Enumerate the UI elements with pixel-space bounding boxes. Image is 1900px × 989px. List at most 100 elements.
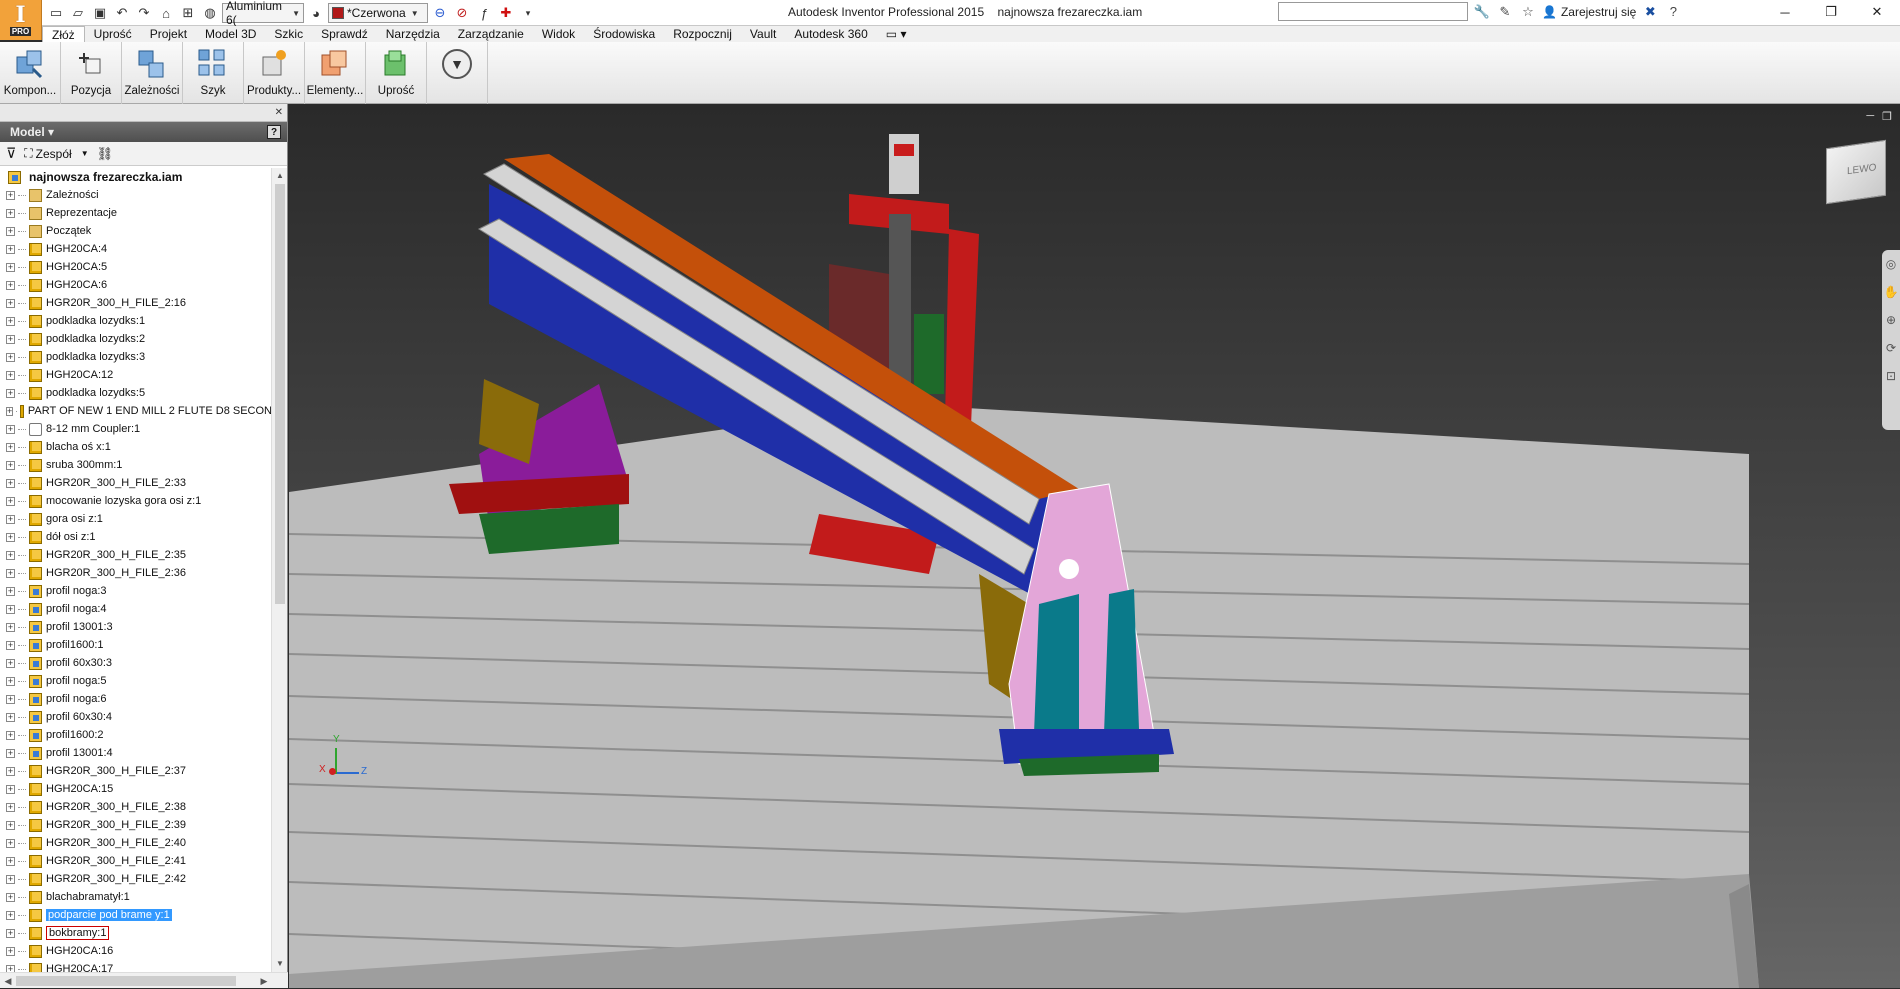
expand-plus-icon[interactable]: + — [6, 532, 15, 542]
tree-item[interactable]: + profil 60x30:3 — [0, 654, 272, 672]
expand-plus-icon[interactable]: + — [6, 604, 15, 614]
expand-plus-icon[interactable]: + — [6, 298, 15, 308]
expand-plus-icon[interactable]: + — [6, 550, 15, 560]
tree-item[interactable]: + dół osi z:1 — [0, 528, 272, 546]
adjust-icon[interactable]: ⊘ — [452, 3, 472, 23]
ribbon-display-toggle-icon[interactable]: ▭ ▾ — [877, 26, 916, 42]
expand-plus-icon[interactable]: + — [6, 856, 15, 866]
zoom-icon[interactable]: ⊕ — [1882, 306, 1900, 334]
expand-plus-icon[interactable]: + — [6, 316, 15, 326]
scroll-left-icon[interactable]: ◀ — [0, 973, 16, 989]
tree-root[interactable]: najnowsza frezareczka.iam — [0, 168, 272, 186]
assembly-view-dropdown[interactable]: ⛶ Zespół ▼ — [24, 146, 88, 161]
material-dropdown[interactable]: Aluminium 6( ▼ — [222, 0, 304, 27]
tree-item[interactable]: + HGH20CA:17 — [0, 960, 272, 972]
expand-plus-icon[interactable]: + — [6, 676, 15, 686]
expand-plus-icon[interactable]: + — [6, 802, 15, 812]
expand-plus-icon[interactable]: + — [6, 640, 15, 650]
expand-plus-icon[interactable]: + — [6, 658, 15, 668]
wrench-search-icon[interactable]: 🔧 — [1473, 4, 1491, 20]
tree-item[interactable]: + podkladka lozydks:5 — [0, 384, 272, 402]
find-binoculars-icon[interactable]: ⛓ — [97, 146, 114, 162]
ribbon-expand-button[interactable]: ▼ — [427, 42, 488, 104]
expand-plus-icon[interactable]: + — [6, 928, 15, 938]
ribbon-button-2[interactable]: Zależności — [122, 42, 183, 104]
fx-parameters-icon[interactable]: ƒ — [474, 3, 494, 23]
tree-item[interactable]: + HGH20CA:16 — [0, 942, 272, 960]
tree-item[interactable]: + profil noga:6 — [0, 690, 272, 708]
expand-plus-icon[interactable]: + — [6, 280, 15, 290]
tab-6[interactable]: Narzędzia — [377, 26, 449, 42]
tree-item[interactable]: + HGR20R_300_H_FILE_2:16 — [0, 294, 272, 312]
tree-item[interactable]: + HGR20R_300_H_FILE_2:40 — [0, 834, 272, 852]
ribbon-button-1[interactable]: Pozycja — [61, 42, 122, 104]
expand-plus-icon[interactable]: + — [6, 478, 15, 488]
scroll-thumb[interactable] — [16, 976, 236, 986]
expand-plus-icon[interactable]: + — [6, 442, 15, 452]
browser-horizontal-scrollbar[interactable]: ◀ ▶ — [0, 972, 288, 988]
tree-item[interactable]: + HGR20R_300_H_FILE_2:37 — [0, 762, 272, 780]
tab-2[interactable]: Projekt — [141, 26, 196, 42]
ribbon-button-3[interactable]: Szyk — [183, 42, 244, 104]
filter-icon[interactable]: ⊽ — [6, 145, 16, 162]
look-at-icon[interactable]: ⊡ — [1882, 362, 1900, 390]
cnc-model-render[interactable] — [289, 104, 1900, 988]
tree-item[interactable]: +8-12 mm Coupler:1 — [0, 420, 272, 438]
clear-appearance-icon[interactable]: ⊖ — [430, 3, 450, 23]
appearance-dropdown[interactable]: *Czerwona ▼ — [328, 3, 428, 23]
tree-item[interactable]: + PART OF NEW 1 END MILL 2 FLUTE D8 SECON — [0, 402, 272, 420]
redo-icon[interactable]: ↷ — [134, 3, 154, 23]
undo-icon[interactable]: ↶ — [112, 3, 132, 23]
tree-item[interactable]: + profil 13001:4 — [0, 744, 272, 762]
scroll-down-icon[interactable]: ▼ — [272, 956, 288, 972]
ribbon-button-4[interactable]: Produkty... — [244, 42, 305, 104]
help-icon[interactable]: ? — [1664, 4, 1682, 19]
tree-item[interactable]: + profil 60x30:4 — [0, 708, 272, 726]
browser-title-dropdown[interactable]: Model ▾ — [10, 125, 54, 139]
minimize-icon[interactable]: ─ — [1762, 0, 1808, 24]
tree-item[interactable]: + HGR20R_300_H_FILE_2:36 — [0, 564, 272, 582]
tab-5[interactable]: Sprawdź — [312, 26, 377, 42]
tab-12[interactable]: Autodesk 360 — [785, 26, 876, 42]
pan-icon[interactable]: ✋ — [1882, 278, 1900, 306]
expand-plus-icon[interactable]: + — [6, 712, 15, 722]
tab-7[interactable]: Zarządzanie — [449, 26, 533, 42]
browser-help-icon[interactable]: ? — [267, 125, 281, 139]
tree-item[interactable]: + Zależności — [0, 186, 272, 204]
scroll-thumb[interactable] — [275, 184, 285, 604]
expand-plus-icon[interactable]: + — [6, 334, 15, 344]
tree-item[interactable]: + sruba 300mm:1 — [0, 456, 272, 474]
new-file-icon[interactable]: ▭ — [46, 3, 66, 23]
expand-plus-icon[interactable]: + — [6, 586, 15, 596]
expand-plus-icon[interactable]: + — [6, 784, 15, 794]
tree-item[interactable]: + HGR20R_300_H_FILE_2:41 — [0, 852, 272, 870]
tab-10[interactable]: Rozpocznij — [664, 26, 741, 42]
expand-plus-icon[interactable]: + — [6, 190, 15, 200]
steering-wheel-icon[interactable]: ◎ — [1882, 250, 1900, 278]
tree-item[interactable]: + blachabramatył:1 — [0, 888, 272, 906]
expand-plus-icon[interactable]: + — [6, 946, 15, 956]
expand-plus-icon[interactable]: + — [6, 766, 15, 776]
expand-plus-icon[interactable]: + — [6, 910, 15, 920]
view-cube[interactable]: LEWO — [1826, 139, 1886, 205]
qat-customize-icon[interactable]: ▾ — [518, 3, 538, 23]
tree-item[interactable]: + podkladka lozydks:1 — [0, 312, 272, 330]
tree-item[interactable]: + Reprezentacje — [0, 204, 272, 222]
orbit-icon[interactable]: ⟳ — [1882, 334, 1900, 362]
expand-plus-icon[interactable]: + — [6, 244, 15, 254]
tree-item[interactable]: + podkladka lozydks:2 — [0, 330, 272, 348]
tree-item[interactable]: + profil noga:5 — [0, 672, 272, 690]
navigation-bar[interactable]: ◎ ✋ ⊕ ⟳ ⊡ — [1882, 250, 1900, 430]
close-icon[interactable]: ✕ — [275, 107, 283, 118]
close-icon[interactable]: ✕ — [1854, 0, 1900, 24]
material-globe-icon[interactable]: ◍ — [200, 3, 220, 23]
tree-item[interactable]: + bokbramy:1 — [0, 924, 272, 942]
ribbon-button-0[interactable]: Kompon... — [0, 42, 61, 104]
tree-item[interactable]: + HGH20CA:4 — [0, 240, 272, 258]
tab-4[interactable]: Szkic — [265, 26, 312, 42]
expand-plus-icon[interactable]: + — [6, 622, 15, 632]
tree-item[interactable]: + blacha oś x:1 — [0, 438, 272, 456]
tab-3[interactable]: Model 3D — [196, 26, 265, 42]
open-folder-icon[interactable]: ▱ — [68, 3, 88, 23]
expand-plus-icon[interactable]: + — [6, 388, 15, 398]
